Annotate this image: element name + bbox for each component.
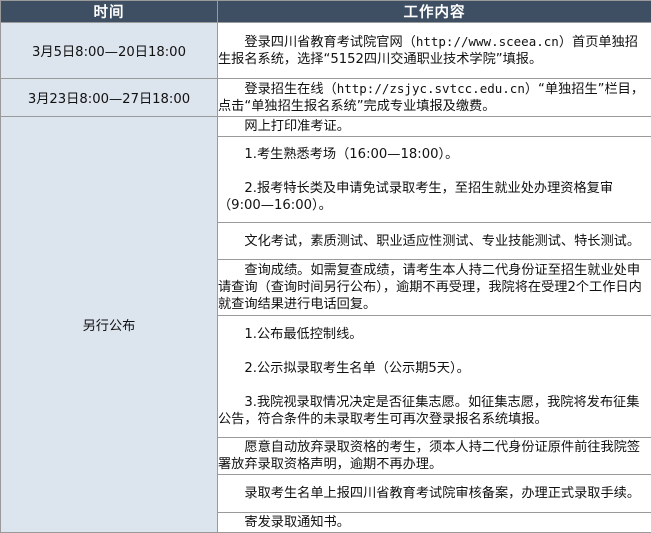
paragraph: 网上打印准考证。 [218,118,651,135]
content-cell: 文化考试，素质测试、职业适应性测试、专业技能测试、特长测试。 [218,223,651,260]
paragraph: 寄发录取通知书。 [218,514,651,531]
time-cell: 3月23日8:00—27日18:00 [1,79,218,117]
table-row: 3月23日8:00—27日18:00 登录招生在线（http://zsjyc.s… [1,79,651,117]
paragraph: 2.公示拟录取考生名单（公示期5天）。 [218,360,651,377]
content-cell: 登录四川省教育考试院官网（http://www.sceea.cn）首页单独招生报… [218,23,651,79]
paragraph: 录取考生名单上报四川省教育考试院审核备案，办理正式录取手续。 [218,485,651,502]
content-cell: 查询成绩。如需复查成绩，请考生本人持二代身份证至招生就业处申请查询（查询时间另行… [218,260,651,316]
website-link[interactable]: http://zsjyc.svtcc.edu.cn [337,81,525,96]
header-row: 时间 工作内容 [1,1,651,23]
text: 登录招生在线（ [244,82,336,97]
paragraph: 愿意自动放弃录取资格的考生，须本人持二代身份证原件前往我院签署放弃录取资格声明，… [218,439,651,473]
paragraph: 文化考试，素质测试、职业适应性测试、专业技能测试、特长测试。 [218,233,651,250]
content-cell: 录取考生名单上报四川省教育考试院审核备案，办理正式录取手续。 [218,475,651,513]
paragraph: 查询成绩。如需复查成绩，请考生本人持二代身份证至招生就业处申请查询（查询时间另行… [218,262,651,313]
content-cell: 寄发录取通知书。 [218,513,651,533]
paragraph: 登录招生在线（http://zsjyc.svtcc.edu.cn）“单独招生”栏… [218,80,651,115]
content-cell: 1.考生熟悉考场（16:00—18:00）。 2.报考特长类及申请免试录取考生，… [218,137,651,223]
header-time: 时间 [1,1,218,23]
schedule-table: 时间 工作内容 3月5日8:00—20日18:00 登录四川省教育考试院官网（h… [0,0,651,533]
content-cell: 愿意自动放弃录取资格的考生，须本人持二代身份证原件前往我院签署放弃录取资格声明，… [218,438,651,475]
table-row: 另行公布 网上打印准考证。 [1,117,651,137]
website-link[interactable]: http://www.sceea.cn [416,34,559,49]
table-row: 3月5日8:00—20日18:00 登录四川省教育考试院官网（http://ww… [1,23,651,79]
header-content: 工作内容 [218,1,651,23]
content-cell: 登录招生在线（http://zsjyc.svtcc.edu.cn）“单独招生”栏… [218,79,651,117]
time-cell: 3月5日8:00—20日18:00 [1,23,218,79]
content-cell: 网上打印准考证。 [218,117,651,137]
time-cell: 另行公布 [1,117,218,533]
paragraph: 1.考生熟悉考场（16:00—18:00）。 [218,146,651,163]
paragraph: 2.报考特长类及申请免试录取考生，至招生就业处办理资格复审（9:00—16:00… [218,180,651,214]
text: 登录四川省教育考试院官网（ [244,35,415,50]
content-cell: 1.公布最低控制线。 2.公示拟录取考生名单（公示期5天）。 3.我院视录取情况… [218,316,651,438]
paragraph: 3.我院视录取情况决定是否征集志愿。如征集志愿，我院将发布征集公告，符合条件的未… [218,394,651,428]
paragraph: 登录四川省教育考试院官网（http://www.sceea.cn）首页单独招生报… [218,33,651,68]
paragraph: 1.公布最低控制线。 [218,326,651,343]
